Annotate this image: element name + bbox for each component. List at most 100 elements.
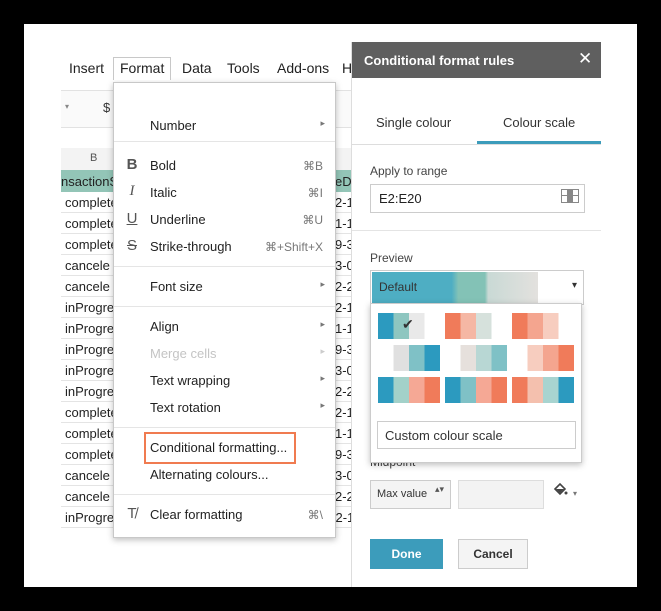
- menu-item-merge-cells: Merge cells ▸: [114, 341, 335, 368]
- menu-item-label: Strike-through: [150, 239, 232, 254]
- fill-colour-icon[interactable]: [552, 482, 568, 501]
- menu-separator: [114, 427, 335, 428]
- cell-transaction-status[interactable]: inProgre: [65, 363, 114, 378]
- preview-value: Default: [379, 280, 418, 294]
- cell-transaction-status[interactable]: complete: [65, 426, 118, 441]
- shortcut-label: ⌘B: [302, 159, 323, 173]
- menu-separator: [114, 266, 335, 267]
- done-button[interactable]: Done: [370, 539, 443, 569]
- conditional-format-panel: Conditional format rules ✕ Single colour…: [351, 42, 637, 587]
- max-value-select[interactable]: Max value ▴▾: [370, 480, 451, 509]
- header-cell-d[interactable]: eD: [335, 174, 352, 189]
- menu-item-italic[interactable]: I Italic ⌘I: [114, 180, 335, 207]
- menu-item-label: Text wrapping: [150, 373, 231, 388]
- cell-transaction-status[interactable]: inProgre: [65, 342, 114, 357]
- toolbar-dropdown-arrow[interactable]: ▾: [65, 102, 69, 111]
- highlight-box: [144, 432, 296, 464]
- header-cell-b[interactable]: nsactionS: [61, 174, 118, 189]
- menu-data[interactable]: Data: [182, 60, 212, 76]
- grid-select-icon[interactable]: [561, 189, 579, 203]
- shortcut-label: ⌘I: [307, 186, 323, 200]
- menu-item-label: Align: [150, 319, 179, 334]
- menu-item-strikethrough[interactable]: S Strike-through ⌘+Shift+X: [114, 234, 335, 261]
- menu-item-label: Clear formatting: [150, 507, 243, 522]
- colour-scale-swatch[interactable]: [512, 313, 574, 339]
- max-value-label: Max value: [377, 488, 428, 500]
- colour-scale-swatch[interactable]: [445, 345, 507, 371]
- clear-formatting-icon: T̸: [127, 505, 137, 522]
- screenshot-frame: Insert Format Data Tools Add-ons H ▾ $ B…: [24, 24, 637, 587]
- cell-transaction-status[interactable]: complete: [65, 195, 118, 210]
- menu-item-font-size[interactable]: Font size ▸: [114, 274, 335, 301]
- menu-item-clear-formatting[interactable]: T̸ Clear formatting ⌘\: [114, 502, 335, 529]
- cell-transaction-status[interactable]: cancele: [65, 468, 110, 483]
- menu-tools[interactable]: Tools: [227, 60, 260, 76]
- panel-title: Conditional format rules: [364, 53, 515, 68]
- menu-separator: [114, 306, 335, 307]
- menu-item-label: Merge cells: [150, 346, 217, 361]
- cell-transaction-status[interactable]: inProgre: [65, 384, 114, 399]
- custom-colour-scale-button[interactable]: Custom colour scale: [377, 421, 576, 449]
- menu-add-ons[interactable]: Add-ons: [277, 60, 329, 76]
- close-icon[interactable]: ✕: [578, 49, 592, 69]
- colour-scale-swatch[interactable]: ✔: [378, 313, 440, 339]
- menu-item-label: Underline: [150, 212, 206, 227]
- tab-single-colour[interactable]: Single colour: [376, 115, 451, 130]
- menu-item-alternating-colours[interactable]: Alternating colours...: [114, 462, 335, 489]
- shortcut-label: ⌘U: [302, 213, 323, 227]
- colour-scale-swatch[interactable]: [378, 345, 440, 371]
- menu-item-label: Alternating colours...: [150, 467, 269, 482]
- panel-header: Conditional format rules ✕: [352, 42, 601, 78]
- menu-item-text-rotation[interactable]: Text rotation ▸: [114, 395, 335, 422]
- submenu-arrow-icon: ▸: [320, 400, 325, 410]
- menu-item-bold[interactable]: B Bold ⌘B: [114, 153, 335, 180]
- range-input[interactable]: E2:E20: [370, 184, 585, 213]
- cell-transaction-status[interactable]: complete: [65, 447, 118, 462]
- tab-colour-scale[interactable]: Colour scale: [503, 115, 575, 130]
- currency-format-button[interactable]: $: [103, 100, 110, 115]
- menu-separator: [114, 494, 335, 495]
- cancel-button[interactable]: Cancel: [458, 539, 528, 569]
- cell-transaction-status[interactable]: complete: [65, 216, 118, 231]
- menu-item-text-wrapping[interactable]: Text wrapping ▸: [114, 368, 335, 395]
- submenu-arrow-icon: ▸: [320, 346, 325, 356]
- cell-transaction-status[interactable]: cancele: [65, 279, 110, 294]
- colour-scale-swatch[interactable]: [512, 377, 574, 403]
- shortcut-label: ⌘+Shift+X: [264, 240, 323, 254]
- menu-item-number[interactable]: Number ▸: [114, 113, 335, 140]
- preview-dropdown[interactable]: Default ▾: [370, 270, 584, 305]
- chevron-down-icon: ▾: [571, 280, 577, 291]
- menu-item-label: Font size: [150, 279, 203, 294]
- colour-scale-swatch[interactable]: [445, 377, 507, 403]
- menu-item-align[interactable]: Align ▸: [114, 314, 335, 341]
- cell-transaction-status[interactable]: inProgre: [65, 300, 114, 315]
- cell-transaction-status[interactable]: inProgre: [65, 321, 114, 336]
- custom-colour-scale-label: Custom colour scale: [385, 428, 503, 443]
- colour-scale-swatch[interactable]: [378, 377, 440, 403]
- menu-item-label: Italic: [150, 185, 177, 200]
- menu-format[interactable]: Format: [113, 57, 172, 80]
- shortcut-label: ⌘\: [307, 508, 323, 522]
- tab-divider: [352, 144, 601, 145]
- cell-transaction-status[interactable]: cancele: [65, 258, 110, 273]
- format-menu: Number ▸ B Bold ⌘B I Italic ⌘I U Underli…: [113, 82, 336, 538]
- cell-transaction-status[interactable]: complete: [65, 405, 118, 420]
- submenu-arrow-icon: ▸: [320, 319, 325, 329]
- colour-scale-swatch[interactable]: [512, 345, 574, 371]
- underline-icon: U: [126, 210, 138, 227]
- max-value-input[interactable]: [458, 480, 544, 509]
- colour-scale-swatch[interactable]: [445, 313, 507, 339]
- menu-item-label: Number: [150, 118, 197, 133]
- apply-to-range-label: Apply to range: [370, 164, 448, 178]
- column-header-b[interactable]: B: [90, 152, 97, 164]
- cell-transaction-status[interactable]: cancele: [65, 489, 110, 504]
- cell-transaction-status[interactable]: complete: [65, 237, 118, 252]
- menu-insert[interactable]: Insert: [69, 60, 104, 76]
- menu-item-underline[interactable]: U Underline ⌘U: [114, 207, 335, 234]
- menu-separator: [114, 141, 335, 142]
- strikethrough-icon: S: [126, 237, 137, 254]
- colour-scale-picker: ✔ Custom colour scale: [370, 303, 582, 463]
- italic-icon: I: [129, 183, 135, 199]
- chevron-down-icon[interactable]: ▾: [573, 489, 577, 498]
- submenu-arrow-icon: ▸: [320, 118, 325, 128]
